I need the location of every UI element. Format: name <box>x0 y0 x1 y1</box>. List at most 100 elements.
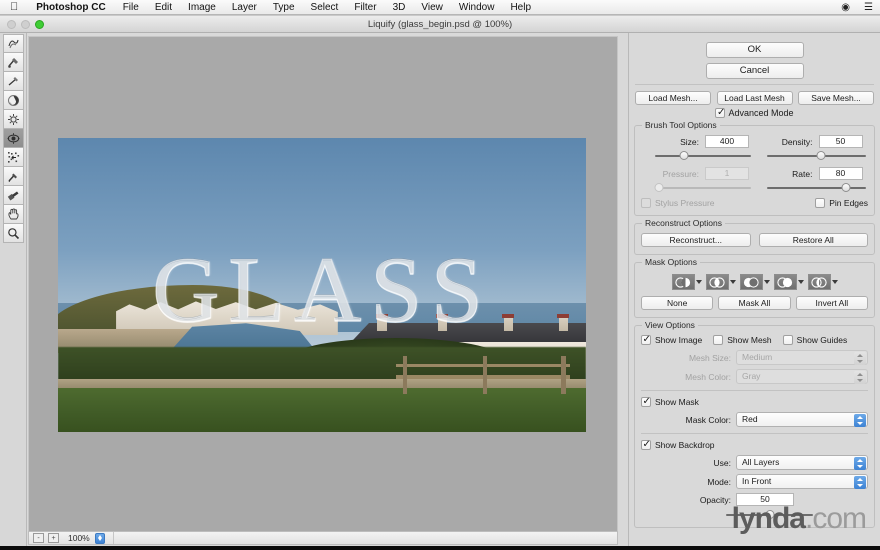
brush-left-column: Size: 400 Pressure: 1 <box>641 135 755 198</box>
hand-tool[interactable] <box>2 205 24 224</box>
backdrop-use-select[interactable]: All Layers <box>736 455 868 470</box>
menu-item-file[interactable]: File <box>115 2 147 13</box>
thaw-mask-tool[interactable] <box>2 186 24 205</box>
maximize-button[interactable] <box>35 20 44 29</box>
liquify-options-panel: OK Cancel Load Mesh... Load Last Mesh Sa… <box>628 33 880 550</box>
chimney-1 <box>376 313 388 331</box>
pressure-input: 1 <box>705 167 749 180</box>
show-guides-checkbox[interactable] <box>782 335 793 345</box>
menu-app-name[interactable]: Photoshop CC <box>27 2 114 13</box>
load-last-mesh-button[interactable]: Load Last Mesh <box>716 91 793 105</box>
advanced-mode-row[interactable]: Advanced Mode <box>629 107 880 119</box>
show-backdrop-checkbox[interactable] <box>641 439 651 451</box>
rate-input[interactable]: 80 <box>818 167 863 180</box>
pin-edges-label: Pin Edges <box>829 198 868 208</box>
pressure-label: Pressure: <box>662 168 699 179</box>
pucker-tool[interactable] <box>2 110 24 129</box>
pin-edges-checkbox[interactable] <box>815 198 826 208</box>
menu-item-help[interactable]: Help <box>502 2 539 13</box>
push-left-tool[interactable] <box>2 148 24 167</box>
mesh-color-value: Gray <box>742 371 761 381</box>
menu-item-3d[interactable]: 3D <box>385 2 414 13</box>
mask-all-button[interactable]: Mask All <box>718 296 791 310</box>
list-icon[interactable]: ☰ <box>857 2 880 13</box>
show-guides-row[interactable]: Show Guides <box>782 335 847 345</box>
size-input[interactable]: 400 <box>705 135 749 148</box>
brush-tool-options-group: Brush Tool Options Size: 400 Pressure: 1 <box>634 120 875 216</box>
backdrop-mode-select[interactable]: In Front <box>736 474 868 489</box>
mask-none-button[interactable]: None <box>641 296 714 310</box>
menu-item-view[interactable]: View <box>413 2 451 13</box>
load-mesh-button[interactable]: Load Mesh... <box>635 91 711 105</box>
apple-icon[interactable]:  <box>0 1 27 13</box>
size-slider[interactable] <box>655 151 751 161</box>
advanced-mode-checkbox[interactable] <box>715 107 726 119</box>
mask-add-to-selection-icon[interactable] <box>705 274 736 290</box>
zoom-stepper[interactable] <box>94 532 105 544</box>
mask-invert-all-button[interactable]: Invert All <box>795 296 868 310</box>
show-mask-row[interactable]: Show Mask <box>641 396 868 408</box>
show-mesh-row[interactable]: Show Mesh <box>713 335 772 345</box>
menu-item-image[interactable]: Image <box>180 2 224 13</box>
ok-button[interactable]: OK <box>705 42 804 58</box>
menu-item-window[interactable]: Window <box>451 2 503 13</box>
backdrop-use-stepper[interactable] <box>854 457 866 470</box>
show-backdrop-row[interactable]: Show Backdrop <box>641 439 868 451</box>
pin-edges-row[interactable]: Pin Edges <box>815 198 868 208</box>
density-slider[interactable] <box>766 151 866 161</box>
show-image-row[interactable]: Show Image <box>641 334 702 346</box>
smooth-tool[interactable] <box>2 72 24 91</box>
backdrop-mode-label: Mode: <box>707 476 731 487</box>
forward-warp-tool[interactable] <box>2 34 24 53</box>
menu-item-select[interactable]: Select <box>303 2 347 13</box>
show-mask-checkbox[interactable] <box>641 396 651 408</box>
reconstruct-tool[interactable] <box>2 53 24 72</box>
close-button[interactable] <box>7 20 16 29</box>
mask-color-select[interactable]: Red <box>736 412 868 427</box>
zoom-out-button[interactable]: - <box>33 533 44 543</box>
freeze-mask-tool[interactable] <box>2 167 24 186</box>
show-image-checkbox[interactable] <box>641 334 651 346</box>
mask-invert-selection-icon[interactable] <box>807 274 838 290</box>
stylus-pressure-checkbox <box>641 198 651 208</box>
zoom-in-button[interactable]: + <box>48 533 59 543</box>
mesh-color-label: Mesh Color: <box>685 371 731 382</box>
watermark-light: .com <box>804 502 867 535</box>
menu-item-filter[interactable]: Filter <box>346 2 384 13</box>
stylus-pressure-label: Stylus Pressure <box>655 198 715 208</box>
minimize-button[interactable] <box>21 20 30 29</box>
cancel-button[interactable]: Cancel <box>705 63 804 79</box>
menu-item-type[interactable]: Type <box>265 2 303 13</box>
backdrop-mode-value: In Front <box>742 476 772 486</box>
canvas-statusbar: - + 100% <box>28 531 618 545</box>
panel-divider-1 <box>635 84 874 85</box>
reconstruct-button[interactable]: Reconstruct... <box>641 233 751 247</box>
mesh-size-row: Mesh Size: Medium <box>641 350 868 365</box>
bloat-tool[interactable] <box>2 129 24 148</box>
zoom-tool[interactable] <box>2 224 24 243</box>
menu-item-edit[interactable]: Edit <box>147 2 180 13</box>
rate-slider[interactable] <box>766 183 866 193</box>
show-mesh-checkbox[interactable] <box>713 335 724 345</box>
opacity-label: Opacity: <box>699 494 731 505</box>
save-mesh-button[interactable]: Save Mesh... <box>798 91 874 105</box>
preview-image[interactable]: GLASS <box>58 138 586 432</box>
mesh-color-stepper <box>854 371 866 384</box>
twirl-clockwise-tool[interactable] <box>2 91 24 110</box>
creative-cloud-icon[interactable]: ◉ <box>834 2 857 13</box>
mask-color-stepper[interactable] <box>854 414 866 427</box>
density-input[interactable]: 50 <box>818 135 863 148</box>
dialog-titlebar: Liquify (glass_begin.psd @ 100%) <box>0 16 880 33</box>
backdrop-use-row: Use: All Layers <box>641 455 868 470</box>
lynda-watermark: lynda.com <box>732 502 867 535</box>
chimney-4 <box>557 313 570 331</box>
mask-intersect-with-selection-icon[interactable] <box>773 274 804 290</box>
mask-subtract-from-selection-icon[interactable] <box>739 274 770 290</box>
traffic-lights <box>7 20 44 29</box>
restore-all-button[interactable]: Restore All <box>758 233 868 247</box>
backdrop-mode-stepper[interactable] <box>854 476 866 489</box>
mask-replace-selection-icon[interactable] <box>671 274 702 290</box>
menu-item-layer[interactable]: Layer <box>224 2 265 13</box>
canvas-viewport[interactable]: GLASS <box>28 36 618 533</box>
statusbar-divider <box>112 532 114 544</box>
